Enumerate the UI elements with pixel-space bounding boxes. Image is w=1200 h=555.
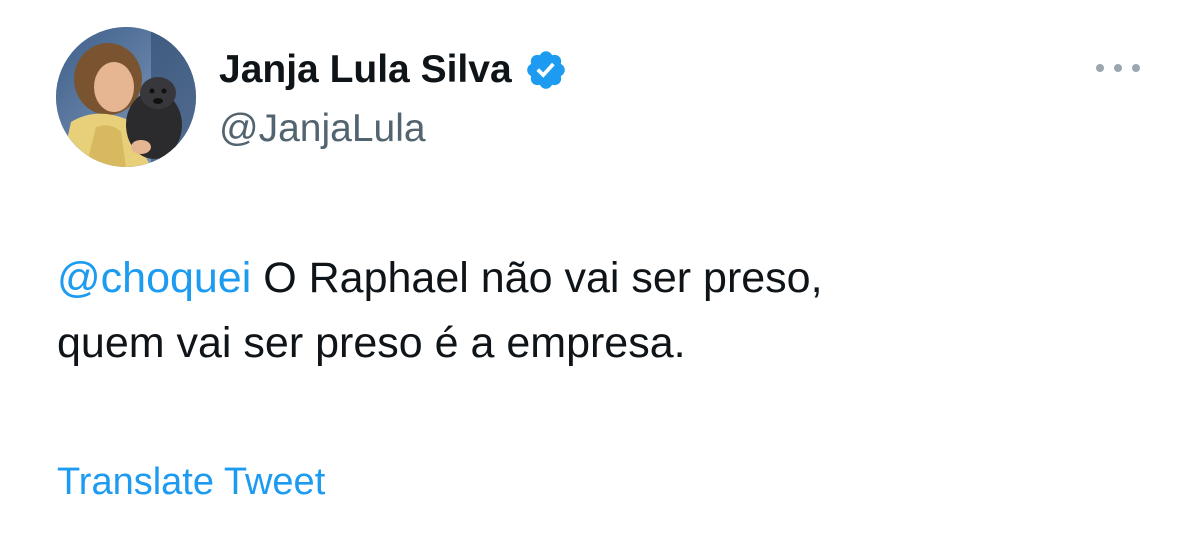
display-name[interactable]: Janja Lula Silva <box>219 47 512 93</box>
author-avatar[interactable] <box>56 27 196 167</box>
avatar-image <box>56 27 196 167</box>
tweet-card: Janja Lula Silva @JanjaLula @choquei O R… <box>0 0 1200 555</box>
dot <box>1132 64 1140 72</box>
mention-link[interactable]: @choquei <box>57 254 251 302</box>
dot <box>1096 64 1104 72</box>
dot <box>1114 64 1122 72</box>
tweet-line-1-text: O Raphael não vai ser preso, <box>251 254 823 302</box>
more-options-icon[interactable] <box>1096 56 1140 80</box>
verified-badge-icon <box>526 51 565 89</box>
tweet-text: @choquei O Raphael não vai ser preso, qu… <box>57 246 1157 376</box>
tweet-line-2: quem vai ser preso é a empresa. <box>57 319 686 367</box>
author-handle[interactable]: @JanjaLula <box>219 106 426 152</box>
translate-tweet-link[interactable]: Translate Tweet <box>57 459 325 505</box>
tweet-line-1: @choquei O Raphael não vai ser preso, <box>57 246 1157 311</box>
author-name-row[interactable]: Janja Lula Silva <box>219 47 568 93</box>
